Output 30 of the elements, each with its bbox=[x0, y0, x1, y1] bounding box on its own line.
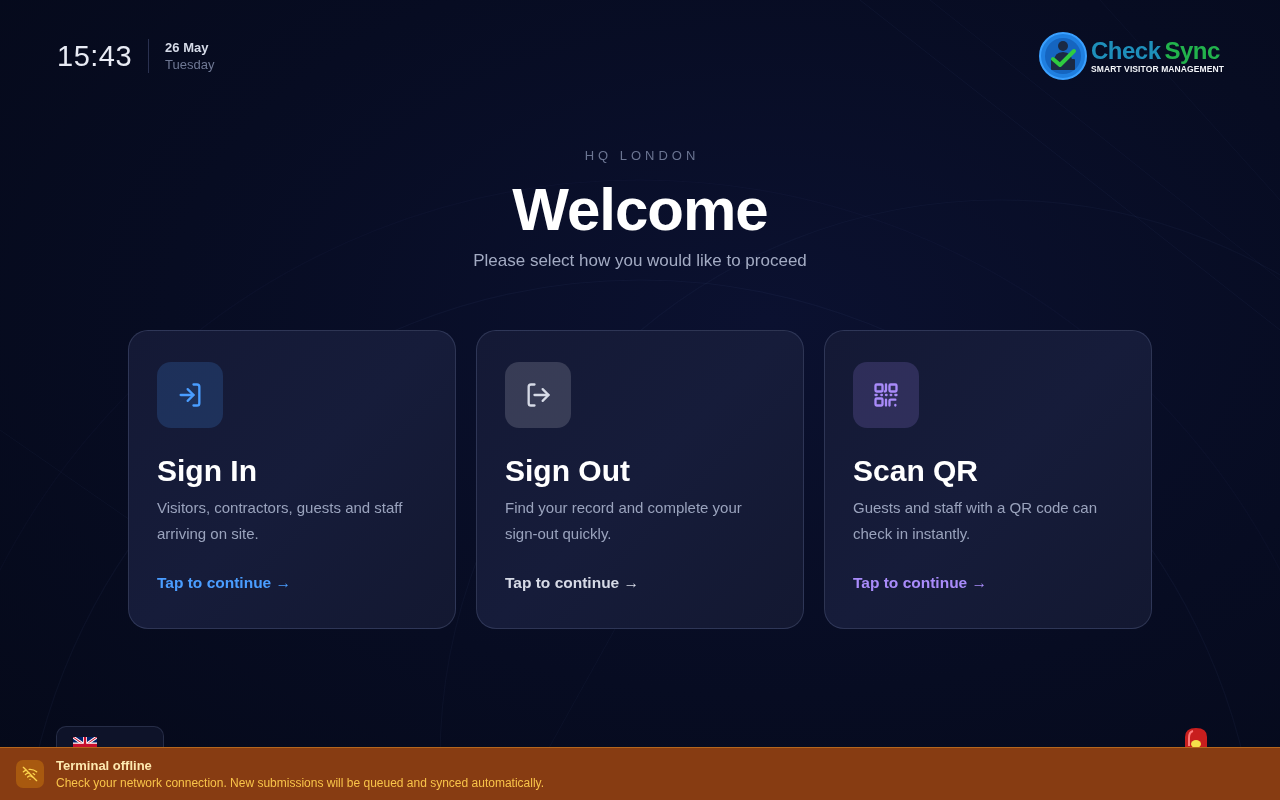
subtitle-text: Please select how you would like to proceed bbox=[473, 250, 807, 272]
continue-link[interactable]: Tap to continue → bbox=[157, 573, 292, 593]
sign-in-icon bbox=[157, 362, 223, 428]
logo-person-check-icon bbox=[1038, 32, 1087, 80]
option-card[interactable]: Sign Out Find your record and complete your sign-out quickly. Tap to continue → bbox=[476, 330, 804, 629]
continue-link[interactable]: Tap to continue → bbox=[853, 573, 988, 593]
location-label: HQ LONDON bbox=[583, 148, 700, 164]
continue-link[interactable]: Tap to continue → bbox=[505, 573, 640, 593]
wifi-off-icon bbox=[16, 760, 44, 788]
option-title: Scan QR bbox=[853, 453, 979, 489]
welcome-title: Welcome bbox=[512, 176, 768, 244]
option-description: Find your record and complete your sign-out quickly. bbox=[505, 498, 743, 544]
option-card[interactable]: Sign In Visitors, contractors, guests and staff arriving on site. Tap to continue → bbox=[128, 330, 456, 629]
option-title: Sign In bbox=[157, 453, 257, 489]
language-selector[interactable] bbox=[56, 726, 164, 747]
qr-code-icon bbox=[853, 362, 919, 428]
logo-word: Sync bbox=[1164, 37, 1220, 64]
banner-title: Terminal offline bbox=[56, 757, 153, 775]
option-title: Sign Out bbox=[505, 453, 630, 489]
option-description: Guests and staff with a QR code can check in instantly. bbox=[853, 498, 1099, 544]
alarm-light-icon bbox=[1182, 728, 1210, 747]
option-description: Visitors, contractors, guests and staff arriving on site. bbox=[157, 498, 404, 544]
date-text: 26 May bbox=[165, 39, 210, 56]
sign-out-icon bbox=[505, 362, 571, 428]
weekday-text: Tuesday bbox=[165, 55, 215, 73]
banner-message: Check your network connection. New submissions will be queued and synced automatically. bbox=[56, 775, 545, 791]
option-card[interactable]: Scan QR Guests and staff with a QR code can check in instantly. Tap to continue → bbox=[824, 330, 1152, 629]
logo-tagline: SMART VISITOR MANAGEMENT bbox=[1090, 63, 1224, 75]
logo-word: Check bbox=[1090, 37, 1161, 64]
clock-time: 15:43 bbox=[57, 39, 133, 73]
